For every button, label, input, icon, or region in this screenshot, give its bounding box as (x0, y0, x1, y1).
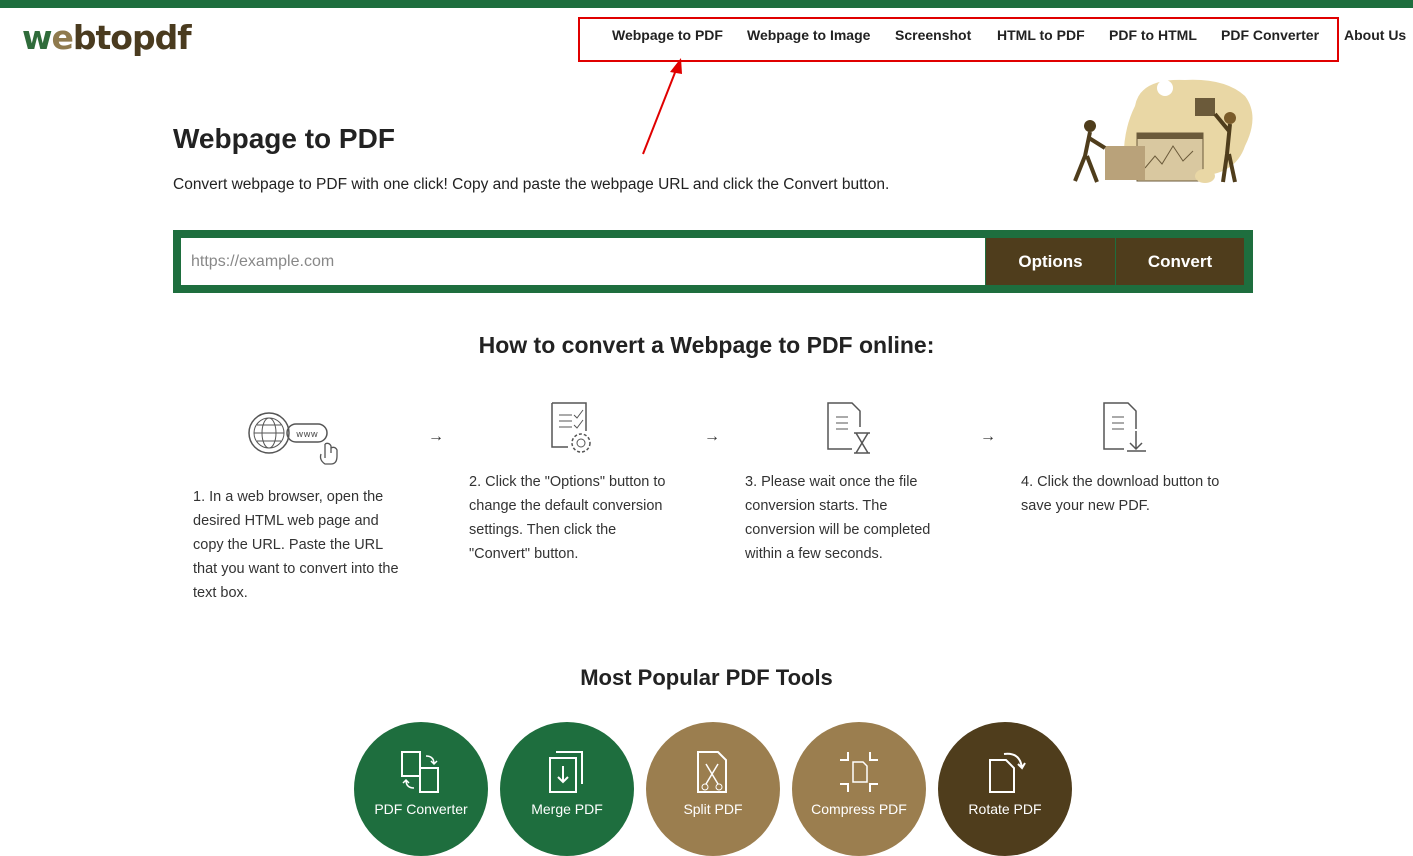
options-button[interactable]: Options (986, 238, 1115, 285)
step-2-text: 2. Click the "Options" button to change … (469, 474, 666, 562)
www-globe-click-icon: www (248, 412, 338, 465)
document-download-icon (1103, 402, 1146, 452)
tool-label: Compress PDF (811, 801, 907, 817)
document-hourglass-icon (827, 402, 870, 454)
step-arrow: → (980, 428, 996, 445)
nav-html-to-pdf[interactable]: HTML to PDF (997, 27, 1085, 47)
svg-text:www: www (296, 430, 318, 440)
top-accent-bar (0, 0, 1413, 8)
step-3-text: 3. Please wait once the file conversion … (745, 474, 931, 562)
tool-rotate-pdf[interactable]: Rotate PDF (938, 722, 1072, 856)
rotate-icon (989, 752, 1026, 793)
url-input[interactable] (181, 238, 985, 285)
nav-webpage-to-pdf[interactable]: Webpage to PDF (612, 27, 723, 47)
step-arrow: → (428, 428, 444, 445)
tool-pdf-converter[interactable]: PDF Converter (354, 722, 488, 856)
nav-webpage-to-image[interactable]: Webpage to Image (747, 27, 870, 47)
step-arrow: → (704, 428, 720, 445)
convert-icon (401, 751, 439, 793)
popular-tools-heading: Most Popular PDF Tools (580, 665, 833, 690)
hero-illustration (1073, 79, 1253, 183)
step-4-text: 4. Click the download button to save you… (1021, 474, 1220, 514)
tool-label: PDF Converter (374, 801, 468, 817)
nav-pdf-to-html[interactable]: PDF to HTML (1109, 27, 1197, 47)
tool-label: Rotate PDF (968, 801, 1042, 817)
site-logo[interactable]: webtopdf (22, 18, 192, 58)
nav-pdf-converter[interactable]: PDF Converter (1221, 27, 1319, 47)
step-1-text: 1. In a web browser, open the desired HT… (193, 489, 399, 601)
how-to-heading: How to convert a Webpage to PDF online: (478, 332, 935, 358)
tool-split-pdf[interactable]: Split PDF (646, 722, 780, 856)
tool-compress-pdf[interactable]: Compress PDF (792, 722, 926, 856)
nav-screenshot[interactable]: Screenshot (895, 27, 971, 47)
nav-about-us[interactable]: About Us (1344, 27, 1406, 47)
tool-label: Split PDF (683, 801, 743, 817)
url-converter-bar: Options Convert (173, 230, 1253, 293)
merge-icon (549, 751, 583, 793)
compress-icon (840, 752, 878, 792)
convert-button[interactable]: Convert (1116, 238, 1244, 285)
page-description: Convert webpage to PDF with one click! C… (173, 176, 890, 193)
tool-merge-pdf[interactable]: Merge PDF (500, 722, 634, 856)
tool-label: Merge PDF (531, 801, 603, 817)
split-icon (697, 751, 727, 793)
document-settings-icon (551, 402, 591, 453)
page-title: Webpage to PDF (173, 123, 395, 154)
